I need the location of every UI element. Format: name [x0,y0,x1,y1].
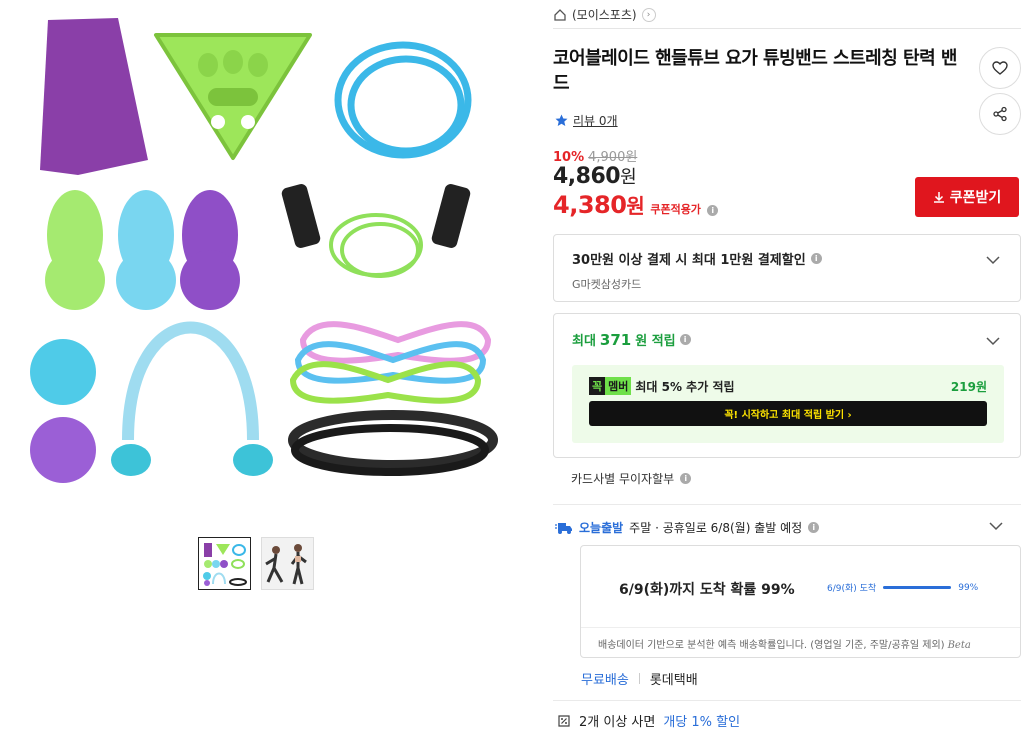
product-title: 코어블레이드 핸들튜브 요가 튜빙밴드 스트레칭 탄력 밴드 [553,48,957,94]
truck-icon [555,522,572,534]
arrival-probability-bar [883,586,952,589]
separator [638,673,640,684]
thumbnail-1-image [203,543,247,586]
handle-tube-image [281,184,471,278]
thumbnail-2-image [262,538,313,589]
arrival-probability-box: 6/9(화)까지 도착 확률 99% 6/9(화) 도착 99% 배송데이터 기… [580,545,1021,658]
triangle-grip-image [154,33,312,160]
purple-band-image [40,18,148,175]
info-icon[interactable]: i [808,522,820,533]
shop-name-link[interactable]: (모이스포츠) [572,6,637,23]
coupon-download-button[interactable]: 쿠폰받기 [915,177,1019,217]
shipping-text: 주말 · 공휴일로 6/8(월) 출발 예정 [629,521,803,535]
heart-icon [992,61,1008,75]
arrival-main-text: 6/9(화)까지 도착 확률 99% [619,582,795,598]
carrier-name: 롯데택배 [649,673,698,688]
product-main-image[interactable] [18,10,498,490]
arc-tube-image [111,321,273,476]
member-benefit-text: 최대 5% 추가 적립 [635,379,735,394]
bulk-discount-text: 2개 이상 사면 [579,715,656,730]
bulk-discount-info: 2개 이상 사면 개당 1% 할인 [557,711,740,730]
delivery-info: 무료배송 롯데택배 [581,669,698,688]
breadcrumb: (모이스포츠) › [553,5,1021,29]
coupon-price-number: 4,380 [553,191,627,219]
sale-price: 4,860원 [553,163,637,189]
sale-price-number: 4,860 [553,164,621,189]
coupon-price: 4,380원 쿠폰적용가 i [553,190,718,219]
massage-balls-image [45,190,240,310]
purple-ball-image [30,417,96,483]
sale-price-unit: 원 [620,167,637,188]
points-suffix: 원 적립 [635,334,676,349]
info-icon[interactable]: i [680,473,692,484]
coupon-download-label: 쿠폰받기 [949,190,1002,206]
like-button[interactable] [979,47,1021,89]
review-count-label: 리뷰 0개 [573,114,618,128]
card-discount-box[interactable]: 30만원 이상 결제 시 최대 1만원 결제할인 i G마켓삼성카드 [553,234,1021,302]
chevron-down-icon[interactable] [986,253,1000,267]
info-icon[interactable]: i [810,253,822,264]
thumbnail-2[interactable] [261,537,314,590]
arrival-note: 배송데이터 기반으로 분석한 예측 배송확률입니다. (영업일 기준, 주말/공… [598,636,971,651]
download-icon [933,192,944,203]
chevron-right-icon[interactable]: › [641,7,656,22]
arrival-note-text: 배송데이터 기반으로 분석한 예측 배송확률입니다. (영업일 기준, 주말/공… [598,640,945,651]
thumbnail-1[interactable] [198,537,251,590]
home-icon[interactable] [553,8,567,22]
info-icon[interactable]: i [679,334,691,345]
product-gallery [0,0,520,742]
figure8-bands-image [289,321,492,404]
share-icon [993,106,1007,122]
bulk-discount-highlight: 개당 1% 할인 [663,715,741,730]
arrival-date-label: 6/9(화) 도착 [827,584,877,594]
points-box: 최대 371 원 적립 i 꼭 멤버 최대 5% 추가 적립 219원 꼭! 시작하… [553,313,1021,458]
percent-tag-icon [558,714,570,727]
shipping-header[interactable]: 오늘출발 주말 · 공휴일로 6/8(월) 출발 예정 i [555,519,1021,536]
free-shipping-label: 무료배송 [581,673,629,688]
divider [553,700,1021,701]
points-prefix: 최대 [572,334,596,349]
thumbnail-list [198,537,314,590]
product-info-panel: (모이스포츠) › 코어블레이드 핸들튜브 요가 튜빙밴드 스트레칭 탄력 밴드… [553,0,1021,742]
arrival-percent-label: 99% [958,582,979,593]
divider [553,504,1021,505]
installment-info: 카드사별 무이자할부 i [571,470,692,487]
review-link[interactable]: 리뷰 0개 [555,112,618,129]
member-logo: 꼭 멤버 [589,377,632,395]
member-benefit-amount: 219원 [950,379,987,394]
blue-ball-image [30,339,96,405]
chevron-down-icon[interactable] [986,334,1000,348]
beta-label: Beta [947,640,971,651]
member-benefit-box: 꼭 멤버 최대 5% 추가 적립 219원 꼭! 시작하고 최대 적립 받기 › [572,365,1004,443]
points-amount: 371 [599,330,632,349]
share-button[interactable] [979,93,1021,135]
coupon-price-unit: 원 [626,194,645,218]
installment-label: 카드사별 무이자할부 [571,472,675,486]
divider [581,627,1020,628]
member-start-button[interactable]: 꼭! 시작하고 최대 적립 받기 › [589,401,987,426]
arrival-stat: 6/9(화) 도착 99% [827,581,979,595]
today-shipping-badge: 오늘출발 [579,521,624,535]
chevron-down-icon[interactable] [989,519,1003,533]
black-loop-band-image [288,410,498,476]
blue-tube-image [334,41,472,159]
card-discount-title: 30만원 이상 결제 시 최대 1만원 결제할인 [572,253,806,268]
card-name: G마켓삼성카드 [572,278,642,291]
arrival-probability-fill [883,586,951,589]
info-icon[interactable]: i [706,205,718,216]
coupon-price-label: 쿠폰적용가 [650,203,701,216]
star-icon [555,114,568,126]
